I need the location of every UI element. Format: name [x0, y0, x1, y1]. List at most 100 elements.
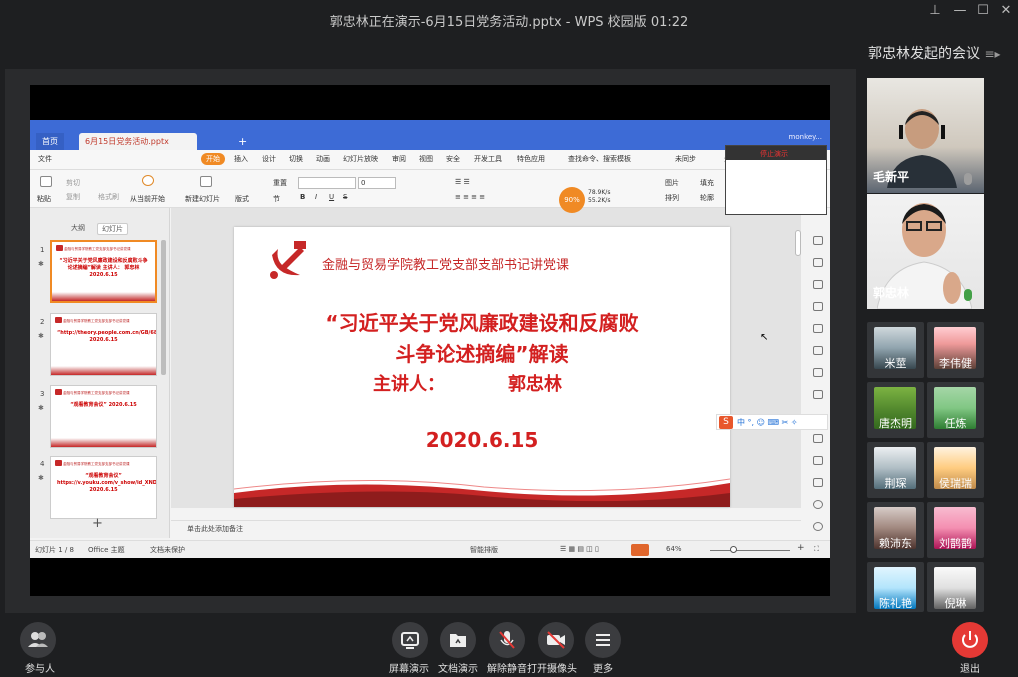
- format-icon[interactable]: [813, 258, 823, 267]
- reset-button[interactable]: 重置: [273, 178, 287, 188]
- list-icon[interactable]: [813, 368, 823, 377]
- zoom-slider-knob[interactable]: [730, 546, 737, 553]
- menu-start[interactable]: 开始: [201, 153, 225, 165]
- menu-devtools[interactable]: 开发工具: [474, 154, 502, 164]
- notes-area[interactable]: 单击此处添加备注: [171, 520, 801, 536]
- add-slide-icon[interactable]: +: [92, 516, 103, 531]
- arrange-button[interactable]: 排列: [665, 193, 679, 203]
- new-slide-button[interactable]: 新建幻灯片: [185, 194, 220, 204]
- pin-icon[interactable]: ⊥: [925, 3, 945, 21]
- new-tab-icon[interactable]: +: [232, 133, 253, 150]
- paste-icon[interactable]: [40, 176, 52, 187]
- screen-share-label[interactable]: 屏幕演示: [389, 660, 429, 675]
- more-label[interactable]: 更多: [593, 660, 613, 675]
- zoom-slider[interactable]: [710, 550, 790, 551]
- menu-design[interactable]: 设计: [262, 154, 276, 164]
- format-painter-button[interactable]: 格式刷: [98, 192, 119, 202]
- cut-button[interactable]: 剪切: [66, 178, 80, 188]
- property-icon[interactable]: [813, 236, 823, 245]
- ime-toolbar[interactable]: S 中 °, ☺ ⌨ ✂ ✧: [716, 414, 828, 430]
- tab-outline[interactable]: 大纲: [71, 223, 85, 233]
- exit-button[interactable]: [952, 622, 988, 658]
- stack-icon[interactable]: [813, 434, 823, 443]
- record-icon[interactable]: [813, 478, 823, 487]
- align-icon[interactable]: ≡ ≡ ≡ ≡: [455, 193, 485, 201]
- layout-icon[interactable]: [813, 324, 823, 333]
- protect-status[interactable]: 文档未保护: [150, 545, 185, 555]
- participants-button[interactable]: [20, 622, 56, 658]
- zoom-level[interactable]: 64%: [666, 545, 682, 553]
- menu-review[interactable]: 审阅: [392, 154, 406, 164]
- panel-scrollbar[interactable]: [161, 240, 166, 375]
- presenter-preview[interactable]: 停止演示: [725, 145, 827, 215]
- video-tile-large[interactable]: 毛新平: [867, 78, 984, 193]
- current-slide[interactable]: 金融与贸易学院教工党支部支部书记讲党课 “习近平关于党风廉政建设和反腐败 斗争论…: [234, 227, 730, 507]
- video-tile-small[interactable]: 侯瑞瑞: [927, 442, 984, 498]
- menu-animation[interactable]: 动画: [316, 154, 330, 164]
- video-tile-small[interactable]: 唐杰明: [867, 382, 924, 438]
- slide-thumb-1[interactable]: 金融与贸易学院教工党支部支部书记讲党课 “习近平关于党风廉政建设和反腐败斗争论述…: [50, 240, 157, 303]
- image-icon[interactable]: [813, 456, 823, 465]
- screen-share-button[interactable]: [392, 622, 428, 658]
- more-button[interactable]: [585, 622, 621, 658]
- camera-button[interactable]: [538, 622, 574, 658]
- tab-slides[interactable]: 幻灯片: [97, 223, 128, 235]
- menu-file[interactable]: 文件: [38, 154, 52, 164]
- doc-share-button[interactable]: [440, 622, 476, 658]
- search-command[interactable]: 查找命令、搜索模板: [568, 154, 631, 164]
- unmute-button[interactable]: [489, 622, 525, 658]
- unmute-label[interactable]: 解除静音: [487, 660, 527, 675]
- copy-button[interactable]: 复制: [66, 192, 80, 202]
- menu-transition[interactable]: 切换: [289, 154, 303, 164]
- stop-presenting-button[interactable]: 停止演示: [760, 149, 788, 159]
- maximize-icon[interactable]: ☐: [973, 3, 993, 21]
- bold-icon[interactable]: B: [300, 193, 305, 201]
- picture-button[interactable]: 图片: [665, 178, 679, 188]
- help-icon[interactable]: [813, 500, 823, 509]
- shape-icon[interactable]: [813, 302, 823, 311]
- section-button[interactable]: 节: [273, 194, 280, 204]
- performance-badge[interactable]: 90%: [559, 187, 585, 213]
- doc-share-label[interactable]: 文档演示: [438, 660, 478, 675]
- outline-button[interactable]: 轮廓: [700, 193, 714, 203]
- menu-unsynced[interactable]: 未同步: [675, 154, 696, 164]
- fill-button[interactable]: 填充: [700, 178, 714, 188]
- video-tile-small[interactable]: 任炼: [927, 382, 984, 438]
- list-toggle-icon[interactable]: ≡▸: [984, 47, 1000, 61]
- user-name[interactable]: monkey...: [789, 133, 822, 141]
- layout-button[interactable]: 版式: [235, 194, 249, 204]
- exit-label[interactable]: 退出: [960, 660, 980, 675]
- view-buttons[interactable]: ☰ ▦ ▤ ◫ ▯: [560, 545, 599, 553]
- slide-scrollbar[interactable]: [795, 230, 801, 256]
- video-tile-small[interactable]: 赖沛东: [867, 502, 924, 558]
- new-slide-icon[interactable]: [200, 176, 212, 187]
- italic-icon[interactable]: I: [315, 193, 317, 201]
- video-tile-small[interactable]: 米莖: [867, 322, 924, 378]
- slide-thumb-2[interactable]: 金融与贸易学院教工党支部支部书记讲党课 “http://theory.peopl…: [50, 313, 157, 376]
- menu-slideshow[interactable]: 幻灯片放映: [343, 154, 378, 164]
- camera-label[interactable]: 打开摄像头: [527, 660, 577, 675]
- menu-security[interactable]: 安全: [446, 154, 460, 164]
- play-slideshow-button[interactable]: [631, 544, 649, 556]
- from-current-button[interactable]: 从当前开始: [130, 194, 165, 204]
- minimize-icon[interactable]: —: [950, 3, 970, 21]
- underline-icon[interactable]: U: [329, 193, 334, 201]
- font-size-input[interactable]: 0: [358, 177, 396, 189]
- menu-features[interactable]: 特色应用: [517, 154, 545, 164]
- menu-insert[interactable]: 插入: [234, 154, 248, 164]
- menu-view[interactable]: 视图: [419, 154, 433, 164]
- slide-thumb-4[interactable]: 金融与贸易学院教工党支部支部书记讲党课 “观看教育会议” https://v.y…: [50, 456, 157, 519]
- play-from-current-icon[interactable]: [142, 175, 154, 186]
- animation-icon[interactable]: [813, 280, 823, 289]
- copy-icon[interactable]: [813, 390, 823, 399]
- tab-document[interactable]: 6月15日党务活动.pptx: [79, 133, 197, 150]
- paste-button[interactable]: 粘贴: [37, 194, 51, 204]
- participants-label[interactable]: 参与人: [25, 660, 55, 675]
- video-tile-small[interactable]: 刘鹊鹊: [927, 502, 984, 558]
- video-tile-small[interactable]: 倪琳: [927, 562, 984, 612]
- tab-home[interactable]: 首页: [36, 133, 64, 150]
- font-name-input[interactable]: [298, 177, 356, 189]
- smart-layout-button[interactable]: 智能排版: [470, 545, 498, 555]
- video-tile-small[interactable]: 陈礼艳: [867, 562, 924, 612]
- video-tile-large[interactable]: 郭忠林: [867, 194, 984, 309]
